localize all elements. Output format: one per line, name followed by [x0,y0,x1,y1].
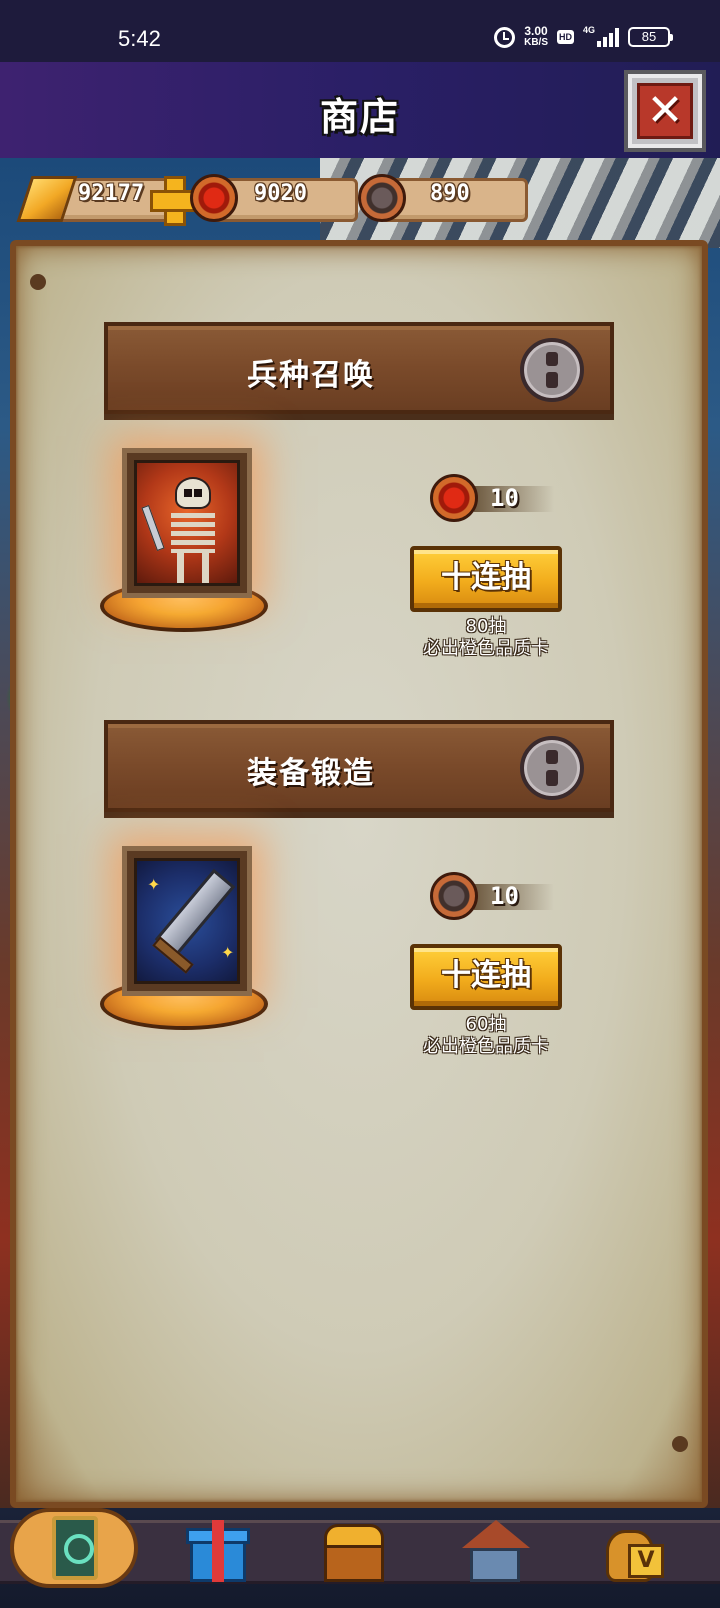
panel-pin [672,1436,688,1452]
bottom-nav: V [0,1508,720,1608]
hd-badge: HD [557,30,574,44]
shop-panel [10,240,708,1508]
anvil-token-icon [430,872,478,920]
building-wall [470,1548,520,1582]
status-icons: 3.00 KB/S HD 4G 85 [494,24,673,48]
network-speed-value: 3.00 [524,24,548,38]
pity-text: 必出橙色品质卡 [423,1036,549,1057]
dagger-shape [141,505,165,551]
skeleton-warrior-card[interactable] [122,448,252,598]
red-token-icon [430,474,478,522]
status-time: 5:42 [118,26,161,51]
close-icon: ✕ [637,83,693,139]
pity-text: 必出橙色品质卡 [423,638,549,659]
ribs-shape [171,513,215,553]
summon-cost: 10 [430,474,554,524]
v-badge-icon: V [628,1544,664,1578]
sword-card[interactable]: ✦ ✦ [122,846,252,996]
gift-ribbon [212,1520,224,1582]
section-header-unit-summon: 兵种召唤 [104,322,614,414]
ten-draw-button[interactable]: 十连抽 [410,546,562,612]
red-token-icon [190,174,238,222]
anvil-token-amount: 890 [430,181,470,206]
info-button[interactable] [520,338,584,402]
network-type: 4G [583,25,596,35]
nav-item-gift[interactable] [184,1514,254,1584]
section-title: 兵种召唤 [247,358,375,393]
sword-icon: ✦ ✦ [134,858,240,984]
treasure-chest-icon [324,1544,384,1582]
cost-value: 10 [490,484,519,512]
section-header-equipment-forge: 装备锻造 [104,720,614,812]
nav-item-chest[interactable] [320,1514,390,1584]
gold-amount: 92177 [78,181,145,206]
sparkle-icon: ✦ [147,875,161,894]
nav-item-bag[interactable]: V [602,1514,672,1584]
ten-draw-button[interactable]: 十连抽 [410,944,562,1010]
building-icon [462,1520,530,1548]
nav-item-building[interactable] [460,1514,530,1584]
panel-pin [30,274,46,290]
skull-shape [175,477,211,509]
pity-info: 80抽 必出橙色品质卡 [386,616,586,660]
nav-item-cards[interactable] [10,1508,138,1588]
network-speed: 3.00 KB/S [524,24,548,48]
sparkle-icon: ✦ [221,943,235,962]
pity-info: 60抽 必出橙色品质卡 [386,1014,586,1058]
info-button[interactable] [520,736,584,800]
network-speed-unit: KB/S [524,37,548,48]
currency-bar: 92177 9020 890 [16,174,542,226]
signal-icon: 4G [583,25,619,47]
pity-count: 60抽 [465,1014,507,1035]
anvil-token-icon [358,174,406,222]
forge-cost: 10 [430,872,554,922]
close-button[interactable]: ✕ [624,70,706,152]
alarm-icon [494,26,516,48]
red-token-amount: 9020 [254,181,307,206]
legs-shape [177,553,209,583]
add-gold-button[interactable] [150,176,200,226]
section-title: 装备锻造 [247,756,375,791]
chest-lid [324,1524,384,1548]
title-bar: 商店 ✕ [0,62,720,158]
page-title: 商店 [319,95,400,139]
cost-value: 10 [490,882,519,910]
battery-icon: 85 [628,27,673,47]
skeleton-icon [134,460,240,586]
pity-count: 80抽 [465,616,507,637]
status-bar: 5:42 3.00 KB/S HD 4G 85 [0,0,720,62]
card-icon [52,1516,98,1580]
